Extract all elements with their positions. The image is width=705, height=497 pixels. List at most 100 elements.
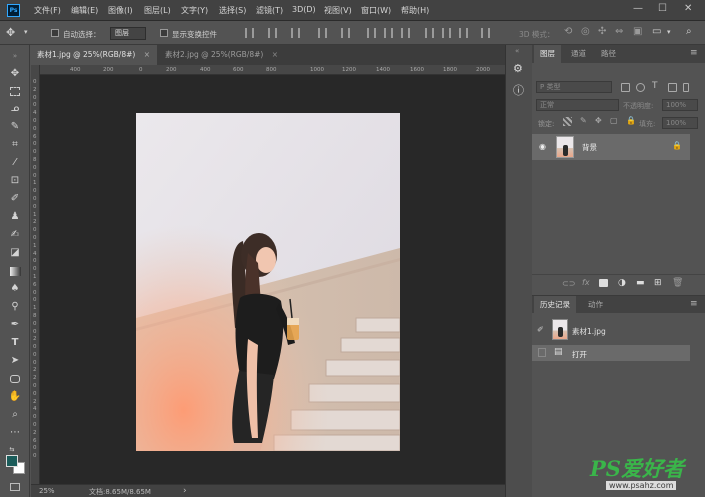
align-left-icon[interactable] (245, 28, 254, 38)
eraser-tool-icon[interactable]: ◪ (8, 246, 22, 260)
collapse-icon[interactable]: « (515, 47, 519, 55)
filter-smart-icon[interactable] (683, 83, 689, 92)
opacity-input[interactable]: 100% (662, 99, 698, 111)
menu-layer[interactable]: 图层(L) (144, 5, 171, 16)
search-icon[interactable]: ⌕ (686, 26, 692, 37)
collapse-icon[interactable]: » (8, 49, 22, 63)
eye-icon[interactable]: ◉ (539, 142, 546, 151)
fx-icon[interactable]: fx (582, 278, 590, 287)
move-tool-icon[interactable]: ✥ (6, 26, 15, 39)
info-panel-icon[interactable]: ⓘ (513, 82, 524, 98)
adjustment-layer-icon[interactable]: ◑ (618, 278, 626, 288)
filter-type-icon[interactable]: T (652, 81, 658, 91)
tab-channels[interactable]: 通道 (565, 45, 592, 63)
blend-mode-dropdown[interactable]: 正常 (536, 99, 619, 111)
chevron-down-icon[interactable]: ▾ (24, 28, 28, 36)
hand-tool-icon[interactable]: ✋ (8, 390, 22, 404)
close-tab-icon[interactable]: × (144, 50, 150, 59)
crop-tool-icon[interactable]: ⌗ (8, 138, 22, 152)
lock-all-icon[interactable]: 🔒 (626, 116, 636, 125)
lasso-tool-icon[interactable]: ᓄ (8, 102, 22, 116)
close-window-button[interactable]: ✕ (684, 3, 692, 14)
tab-layers[interactable]: 图层 (534, 45, 561, 63)
3d-roll-icon[interactable]: ◎ (581, 26, 590, 37)
menu-3d[interactable]: 3D(D) (292, 5, 316, 14)
more-tools-icon[interactable]: ⋯ (8, 426, 22, 440)
brush-tool-icon[interactable]: ✐ (8, 192, 22, 206)
menu-file[interactable]: 文件(F) (34, 5, 61, 16)
layer-filter-kind[interactable]: P 类型 (536, 81, 612, 93)
3d-scale-icon[interactable]: ▣ (633, 26, 642, 37)
marquee-tool-icon[interactable] (10, 87, 20, 96)
maximize-button[interactable]: ☐ (658, 3, 667, 14)
minimize-button[interactable]: — (633, 3, 643, 14)
filter-shape-icon[interactable] (668, 83, 677, 92)
new-layer-icon[interactable]: ⊞ (654, 278, 662, 288)
distribute-vcenter-icon[interactable] (384, 28, 393, 38)
layer-row-background[interactable]: ◉ 背景 🔒 (532, 134, 690, 160)
zoom-level[interactable]: 25% (39, 487, 55, 495)
document-tab[interactable]: 素材2.jpg @ 25%(RGB/8#) × (159, 45, 279, 65)
auto-align-icon[interactable] (481, 28, 490, 38)
close-tab-icon[interactable]: × (272, 50, 278, 59)
rectangle-tool-icon[interactable] (10, 375, 20, 383)
workspace-icon[interactable]: ▭ (652, 26, 661, 37)
distribute-right-icon[interactable] (459, 28, 468, 38)
document-canvas[interactable] (40, 75, 505, 484)
pen-tool-icon[interactable]: ✒ (8, 318, 22, 332)
show-transform-checkbox[interactable] (160, 29, 168, 37)
align-hcenter-icon[interactable] (268, 28, 277, 38)
panel-menu-icon[interactable]: ≡ (690, 48, 698, 58)
healing-brush-tool-icon[interactable]: ⊡ (8, 174, 22, 188)
align-vcenter-icon[interactable] (341, 28, 350, 38)
history-state-open[interactable]: ▤ 打开 (532, 345, 690, 361)
blur-tool-icon[interactable]: ♠ (8, 282, 22, 296)
tab-paths[interactable]: 路径 (595, 45, 622, 63)
menu-image[interactable]: 图像(I) (108, 5, 133, 16)
dodge-tool-icon[interactable]: ⚲ (8, 300, 22, 314)
clone-stamp-tool-icon[interactable]: ♟ (8, 210, 22, 224)
menu-filter[interactable]: 滤镜(T) (256, 5, 283, 16)
distribute-top-icon[interactable] (367, 28, 376, 38)
quick-select-tool-icon[interactable]: ✎ (8, 120, 22, 134)
group-folder-icon[interactable]: ▬ (636, 278, 645, 288)
eyedropper-tool-icon[interactable]: ⁄ (8, 156, 22, 170)
history-brush-source-icon[interactable]: ✐ (537, 325, 544, 334)
lock-pixels-icon[interactable]: ✎ (580, 116, 587, 125)
align-top-icon[interactable] (318, 28, 327, 38)
menu-window[interactable]: 窗口(W) (361, 5, 391, 16)
layer-name[interactable]: 背景 (582, 142, 597, 153)
properties-panel-icon[interactable]: ⚙ (513, 62, 523, 75)
zoom-tool-icon[interactable]: ⌕ (8, 408, 22, 422)
history-source-box[interactable] (538, 348, 546, 357)
auto-select-dropdown[interactable]: 图层 (110, 27, 146, 40)
menu-select[interactable]: 选择(S) (219, 5, 246, 16)
menu-view[interactable]: 视图(V) (324, 5, 352, 16)
chevron-down-icon[interactable]: ▾ (667, 28, 671, 36)
auto-select-checkbox[interactable] (51, 29, 59, 37)
doc-size-info[interactable]: 文档:8.65M/8.65M (89, 487, 151, 497)
document-tab-active[interactable]: 素材1.jpg @ 25%(RGB/8#) × (31, 45, 157, 65)
distribute-hcenter-icon[interactable] (442, 28, 451, 38)
quick-mask-icon[interactable] (10, 483, 20, 491)
menu-edit[interactable]: 编辑(E) (71, 5, 98, 16)
gradient-tool-icon[interactable] (10, 267, 21, 276)
lock-icon[interactable]: 🔒 (672, 141, 682, 150)
menu-type[interactable]: 文字(Y) (181, 5, 208, 16)
path-select-tool-icon[interactable]: ➤ (8, 354, 22, 368)
tab-history[interactable]: 历史记录 (534, 296, 576, 314)
lock-artboard-icon[interactable]: ▢ (610, 116, 618, 125)
distribute-bottom-icon[interactable] (401, 28, 410, 38)
tab-actions[interactable]: 动作 (582, 296, 609, 314)
panel-menu-icon[interactable]: ≡ (690, 299, 698, 309)
history-snapshot[interactable]: ✐ 素材1.jpg (532, 318, 690, 342)
link-layers-icon[interactable]: ⊂⊃ (562, 279, 575, 288)
vertical-ruler[interactable]: 0 2 0 0 4 0 0 6 0 0 8 0 0 1 0 0 0 1 2 0 … (31, 65, 40, 484)
align-right-icon[interactable] (291, 28, 300, 38)
lock-position-icon[interactable]: ✥ (595, 116, 602, 125)
distribute-left-icon[interactable] (425, 28, 434, 38)
add-mask-icon[interactable] (599, 279, 608, 287)
filter-pixel-icon[interactable] (621, 83, 630, 92)
3d-rotate-icon[interactable]: ⟲ (564, 26, 572, 37)
menu-help[interactable]: 帮助(H) (401, 5, 429, 16)
